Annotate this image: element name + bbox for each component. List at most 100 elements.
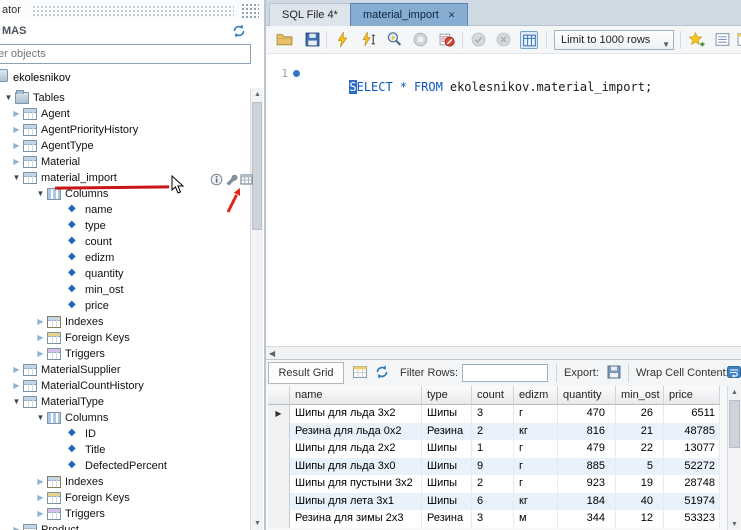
commit-button[interactable] bbox=[470, 31, 488, 49]
tree-expander-icon[interactable] bbox=[10, 122, 23, 138]
scroll-left-icon[interactable]: ◀ bbox=[269, 349, 275, 358]
scroll-down-icon[interactable]: ▼ bbox=[728, 518, 741, 530]
save-snippet-button[interactable] bbox=[688, 31, 706, 49]
sql-statement[interactable]: SELECT*FROMekolesnikov.material_import; bbox=[306, 66, 652, 108]
column-header[interactable]: quantity bbox=[558, 386, 616, 405]
table-row[interactable]: Резина для льда 0x2 Резина 2 кг 816 21 4… bbox=[268, 423, 720, 441]
column-header[interactable]: count bbox=[472, 386, 514, 405]
cell-quantity[interactable]: 470 bbox=[558, 405, 616, 423]
cell-count[interactable]: 3 bbox=[472, 405, 514, 423]
result-grid-tab[interactable]: Result Grid bbox=[268, 362, 344, 384]
tree-expander-icon[interactable] bbox=[34, 474, 47, 490]
cell-price[interactable]: 51974 bbox=[664, 493, 720, 511]
panel-dock-icon[interactable] bbox=[241, 3, 259, 18]
row-selector[interactable] bbox=[268, 423, 290, 441]
cell-edizm[interactable]: кг bbox=[514, 493, 558, 511]
stop-query-button[interactable] bbox=[412, 31, 430, 49]
cell-quantity[interactable]: 184 bbox=[558, 493, 616, 511]
scrollbar-thumb[interactable] bbox=[252, 102, 262, 230]
tree-item[interactable]: Tables bbox=[0, 90, 251, 106]
cell-min-ost[interactable]: 21 bbox=[616, 423, 664, 441]
tree-expander-icon[interactable] bbox=[34, 314, 47, 330]
row-selector[interactable] bbox=[268, 493, 290, 511]
editor-horizontal-scrollbar[interactable]: ◀ bbox=[266, 346, 741, 359]
column-header[interactable]: name bbox=[290, 386, 422, 405]
cell-edizm[interactable]: г bbox=[514, 458, 558, 476]
toggle-autocommit-button[interactable] bbox=[520, 31, 538, 49]
tree-expander-icon[interactable] bbox=[10, 138, 23, 154]
tree-item[interactable]: type bbox=[0, 218, 251, 234]
filter-objects-input[interactable] bbox=[0, 44, 251, 64]
cell-quantity[interactable]: 479 bbox=[558, 440, 616, 458]
select-rows-grid-icon[interactable] bbox=[240, 173, 253, 186]
tree-item[interactable]: quantity bbox=[0, 266, 251, 282]
cell-price[interactable]: 53323 bbox=[664, 510, 720, 528]
navigator-titlebar[interactable]: ator bbox=[0, 0, 264, 21]
tree-item[interactable]: Title bbox=[0, 442, 251, 458]
cell-min-ost[interactable]: 26 bbox=[616, 405, 664, 423]
limit-rows-dropdown[interactable]: Limit to 1000 rows ▼ bbox=[554, 30, 674, 50]
tree-item[interactable]: AgentPriorityHistory bbox=[0, 122, 251, 138]
cell-price[interactable]: 28748 bbox=[664, 475, 720, 493]
cell-price[interactable]: 13077 bbox=[664, 440, 720, 458]
toggle-stop-on-error-button[interactable] bbox=[438, 31, 456, 49]
row-selector[interactable] bbox=[268, 475, 290, 493]
alter-table-wrench-icon[interactable] bbox=[225, 173, 238, 186]
cell-count[interactable]: 2 bbox=[472, 475, 514, 493]
cell-count[interactable]: 1 bbox=[472, 440, 514, 458]
tree-item[interactable]: Material bbox=[0, 154, 251, 170]
execute-sql-button[interactable] bbox=[334, 31, 352, 49]
cell-min-ost[interactable]: 5 bbox=[616, 458, 664, 476]
result-grid-view-button[interactable] bbox=[352, 364, 369, 381]
tree-expander-icon[interactable] bbox=[34, 186, 47, 202]
cell-count[interactable]: 3 bbox=[472, 510, 514, 528]
cell-type[interactable]: Шипы bbox=[422, 405, 472, 423]
row-selector[interactable] bbox=[268, 440, 290, 458]
row-selector[interactable] bbox=[268, 458, 290, 476]
clipped-toolbar-button[interactable] bbox=[736, 31, 741, 49]
save-script-button[interactable] bbox=[304, 31, 322, 49]
tree-item[interactable]: DefectedPercent bbox=[0, 458, 251, 474]
tree-item[interactable]: MaterialType bbox=[0, 394, 251, 410]
tree-expander-icon[interactable] bbox=[34, 490, 47, 506]
cell-name[interactable]: Резина для зимы 2x3 bbox=[290, 510, 422, 528]
cell-name[interactable]: Шипы для льда 3x2 bbox=[290, 405, 422, 423]
cell-min-ost[interactable]: 12 bbox=[616, 510, 664, 528]
tree-item[interactable]: min_ost bbox=[0, 282, 251, 298]
cell-min-ost[interactable]: 40 bbox=[616, 493, 664, 511]
tree-expander-icon[interactable] bbox=[34, 506, 47, 522]
filter-rows-input[interactable] bbox=[462, 364, 548, 382]
table-row[interactable]: Шипы для льда 2x2 Шипы 1 г 479 22 13077 bbox=[268, 440, 720, 458]
wrap-cell-content-button[interactable] bbox=[726, 364, 741, 381]
cell-type[interactable]: Шипы bbox=[422, 493, 472, 511]
tree-item[interactable]: Indexes bbox=[0, 314, 251, 330]
tree-item[interactable]: Indexes bbox=[0, 474, 251, 490]
tree-expander-icon[interactable] bbox=[10, 170, 23, 186]
table-info-icon[interactable] bbox=[210, 173, 223, 186]
tree-item[interactable]: Foreign Keys bbox=[0, 330, 251, 346]
cell-edizm[interactable]: г bbox=[514, 440, 558, 458]
export-recordset-button[interactable] bbox=[606, 364, 623, 381]
tree-item[interactable]: AgentType bbox=[0, 138, 251, 154]
cell-price[interactable]: 48785 bbox=[664, 423, 720, 441]
open-sql-file-button[interactable] bbox=[276, 31, 294, 49]
cell-name[interactable]: Шипы для лета 3x1 bbox=[290, 493, 422, 511]
table-row[interactable]: Шипы для лета 3x1 Шипы 6 кг 184 40 51974 bbox=[268, 493, 720, 511]
cell-type[interactable]: Резина bbox=[422, 423, 472, 441]
cell-price[interactable]: 6511 bbox=[664, 405, 720, 423]
cell-name[interactable]: Шипы для льда 2x2 bbox=[290, 440, 422, 458]
schema-node[interactable]: ekolesnikov bbox=[0, 67, 250, 85]
column-header[interactable]: edizm bbox=[514, 386, 558, 405]
cell-type[interactable]: Шипы bbox=[422, 458, 472, 476]
cell-min-ost[interactable]: 22 bbox=[616, 440, 664, 458]
tree-item[interactable]: name bbox=[0, 202, 251, 218]
sql-editor[interactable]: 1 SELECT*FROMekolesnikov.material_import… bbox=[266, 54, 741, 346]
tree-item[interactable]: price bbox=[0, 298, 251, 314]
tree-item[interactable]: MaterialCountHistory bbox=[0, 378, 251, 394]
tree-expander-icon[interactable] bbox=[10, 106, 23, 122]
tree-item[interactable]: edizm bbox=[0, 250, 251, 266]
execute-current-statement-button[interactable] bbox=[360, 31, 378, 49]
tree-expander-icon[interactable] bbox=[34, 330, 47, 346]
cell-count[interactable]: 9 bbox=[472, 458, 514, 476]
close-tab-icon[interactable]: ✕ bbox=[448, 10, 456, 21]
